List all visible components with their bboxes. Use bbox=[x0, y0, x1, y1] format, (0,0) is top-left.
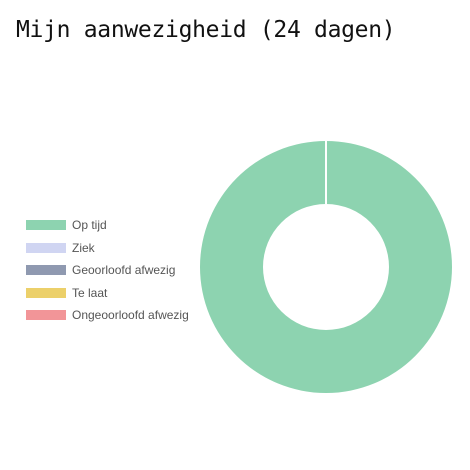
attendance-doughnut-chart bbox=[200, 141, 452, 393]
